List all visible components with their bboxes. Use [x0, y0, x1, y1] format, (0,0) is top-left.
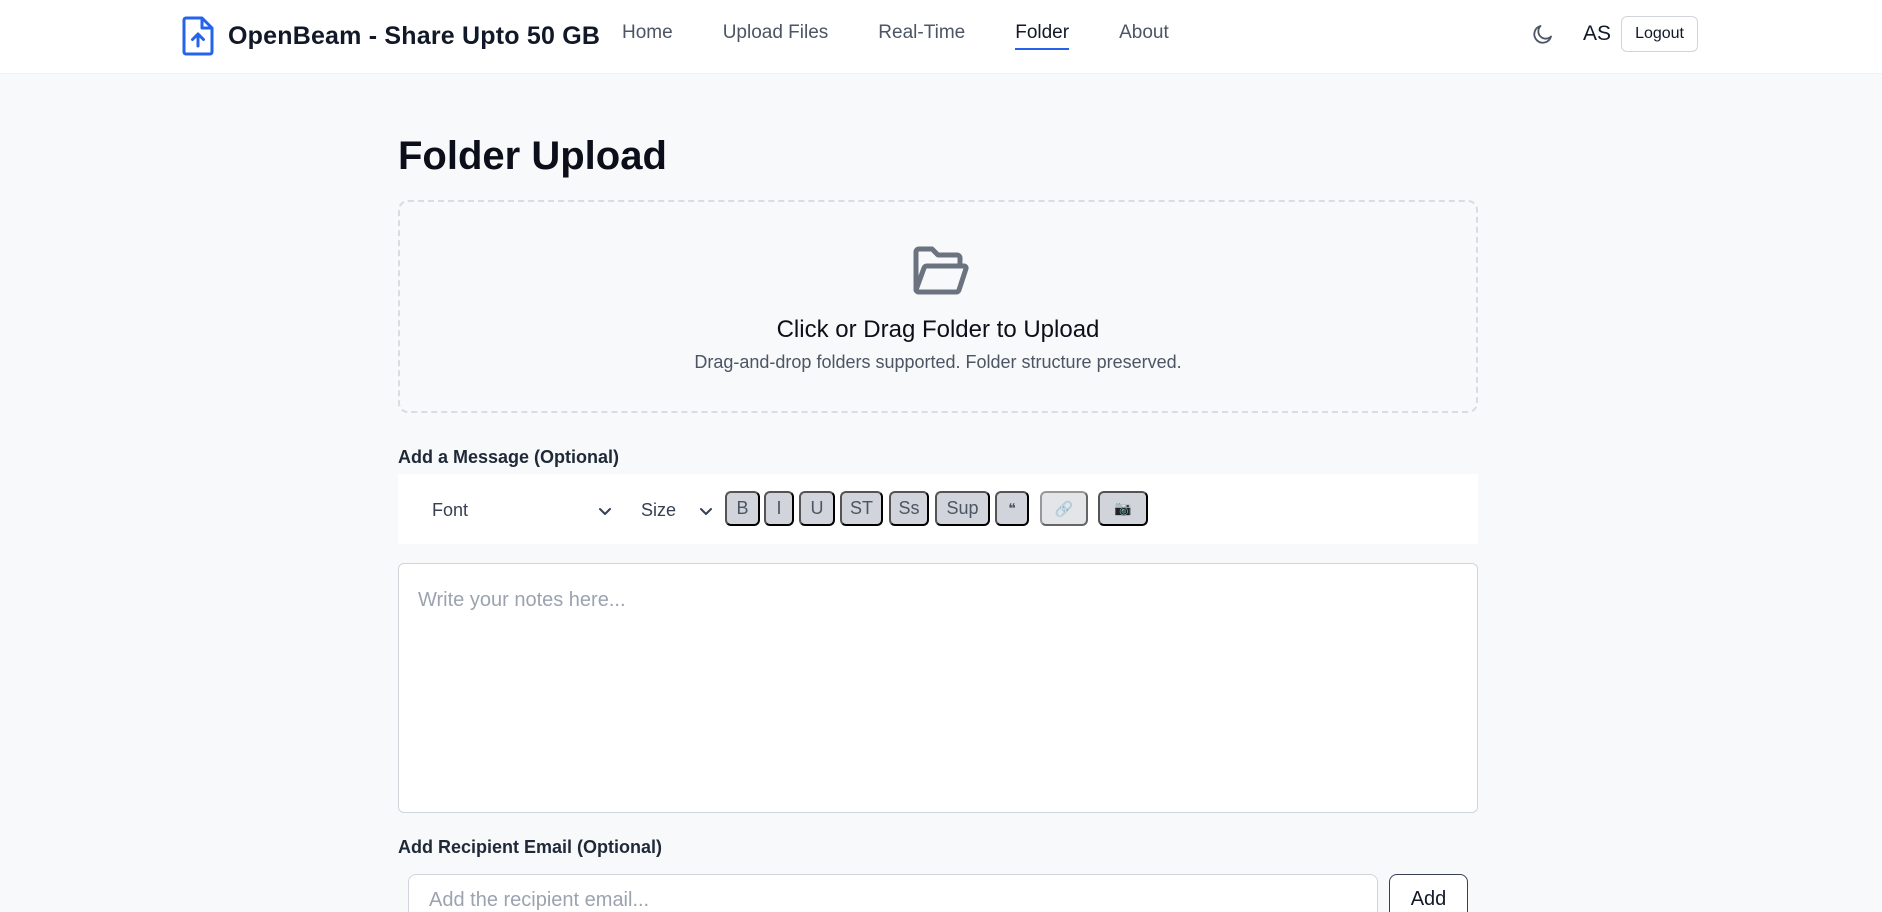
quote-button[interactable]: ❝: [995, 491, 1029, 526]
editor-toolbar: Font Size B I U ST Ss Sup ❝ 🔗 📷: [398, 474, 1478, 544]
nav-real-time[interactable]: Real-Time: [878, 22, 965, 50]
chevron-down-icon: [598, 502, 612, 516]
subscript-button[interactable]: Ss: [889, 491, 929, 526]
logout-button[interactable]: Logout: [1621, 16, 1698, 52]
top-navbar: OpenBeam - Share Upto 50 GB Home Upload …: [0, 0, 1882, 74]
size-select[interactable]: Size: [641, 494, 713, 526]
nav-upload-files[interactable]: Upload Files: [723, 22, 829, 50]
brand[interactable]: OpenBeam - Share Upto 50 GB: [180, 14, 600, 58]
user-avatar[interactable]: AS: [1583, 22, 1611, 46]
link-button[interactable]: 🔗: [1040, 491, 1088, 526]
underline-button[interactable]: U: [799, 491, 835, 526]
recipient-email-placeholder: Add the recipient email...: [429, 889, 650, 911]
message-editor[interactable]: Write your notes here...: [398, 563, 1478, 813]
nav-folder[interactable]: Folder: [1015, 22, 1070, 50]
italic-button[interactable]: I: [764, 491, 794, 526]
strikethrough-button[interactable]: ST: [840, 491, 883, 526]
bold-button[interactable]: B: [725, 491, 760, 526]
message-label: Add a Message (Optional): [398, 447, 620, 467]
header-actions: AS Logout: [1529, 16, 1698, 52]
nav-about[interactable]: About: [1119, 22, 1169, 50]
font-select[interactable]: Font: [432, 494, 612, 526]
image-button[interactable]: 📷: [1098, 491, 1148, 526]
recipient-label: Add Recipient Email (Optional): [398, 837, 663, 857]
message-placeholder: Write your notes here...: [418, 589, 626, 611]
superscript-button[interactable]: Sup: [935, 491, 990, 526]
nav-home[interactable]: Home: [622, 22, 673, 50]
size-select-value: Size: [641, 499, 677, 520]
folder-open-icon: [910, 244, 970, 298]
add-recipient-button[interactable]: Add: [1389, 874, 1468, 912]
dropzone-title: Click or Drag Folder to Upload: [776, 316, 1100, 343]
main-nav: Home Upload Files Real-Time Folder About: [622, 22, 1219, 50]
file-upload-icon: [180, 16, 216, 56]
moon-icon[interactable]: [1529, 20, 1557, 48]
brand-title: OpenBeam - Share Upto 50 GB: [228, 21, 601, 50]
dropzone-subtitle: Drag-and-drop folders supported. Folder …: [694, 352, 1182, 372]
chevron-down-icon: [699, 502, 713, 516]
font-select-value: Font: [432, 499, 469, 520]
folder-dropzone[interactable]: Click or Drag Folder to Upload Drag-and-…: [398, 200, 1478, 413]
page-title: Folder Upload: [398, 134, 667, 178]
recipient-email-input[interactable]: Add the recipient email...: [408, 874, 1378, 912]
